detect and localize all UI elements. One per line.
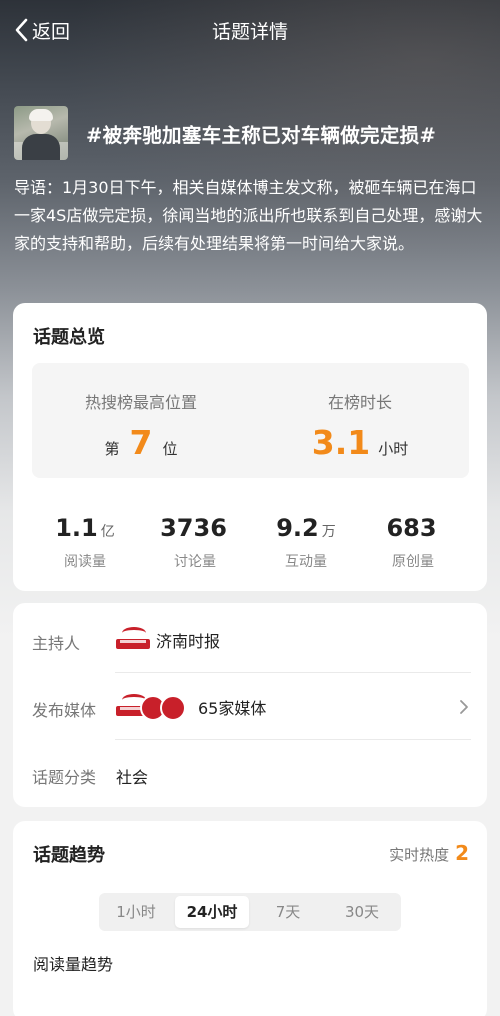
rank-block: 热搜榜最高位置 第 7 位 [32,363,250,478]
overview-title: 话题总览 [33,327,105,348]
tab-24h[interactable]: 24小时 [175,896,249,928]
topic-intro: 导语：1月30日下午，相关自媒体博主发文称，被砸车辆已在海口一家4S店做完定损，… [14,178,483,253]
category-value: 社会 [116,768,149,787]
media-logos [116,692,188,722]
stat-originals: 683 原创量 [358,513,468,571]
thumbnail-body [22,134,60,160]
trend-card: 话题趋势 实时热度 2 1小时 24小时 7天 30天 阅读量趋势 [13,821,487,1016]
jinan-times-logo [116,625,150,655]
stat-unit: 万 [321,524,336,540]
thumbnail-hair [29,109,53,121]
heat-label: 实时热度 [389,846,450,864]
topic-title: #被奔驰加塞车主称已对车辆做完定损# [86,123,437,147]
stat-value: 3736 [160,514,227,542]
heat-value: 2 [455,841,469,865]
stat-interactions: 9.2 万 互动量 [251,513,361,571]
chevron-right-icon [460,700,468,714]
stat-label: 讨论量 [174,554,216,570]
media-logo [160,695,186,721]
rank-value: 7 [129,423,153,462]
host-row[interactable]: 主持人 济南时报 [13,606,487,673]
rank-suffix: 位 [162,440,178,458]
info-card: 主持人 济南时报 发布媒体 65家媒体 话题分类 社会 [13,603,487,807]
duration-value-row: 3.1 小时 [251,423,469,462]
tab-7d[interactable]: 7天 [251,896,325,928]
overview-box: 热搜榜最高位置 第 7 位 在榜时长 3.1 小时 [32,363,469,478]
stat-discussions: 3736 讨论量 [140,513,250,571]
stat-label: 互动量 [285,554,327,570]
stat-label: 原创量 [392,554,434,570]
stat-value: 9.2 [276,514,319,542]
nav-bar: 返回 话题详情 [0,0,500,58]
tab-30d[interactable]: 30天 [325,896,399,928]
rank-label: 热搜榜最高位置 [84,393,197,412]
logo-mark [120,640,146,643]
media-count: 65家媒体 [198,699,267,718]
media-value-row: 65家媒体 [116,692,266,722]
category-label: 话题分类 [32,768,97,787]
stat-reads: 1.1 亿 阅读量 [30,513,140,571]
realtime-heat: 实时热度 2 [389,841,469,865]
topic-header: #被奔驰加塞车主称已对车辆做完定损# [14,106,486,160]
stat-value: 683 [386,514,437,542]
trend-title: 话题趋势 [33,845,105,866]
duration-value: 3.1 [311,423,371,462]
category-row: 话题分类 社会 [13,740,487,807]
stat-value: 1.1 [55,514,98,542]
rank-prefix: 第 [104,440,120,458]
stat-unit: 亿 [100,524,115,540]
topic-thumbnail[interactable] [14,106,68,160]
media-label: 发布媒体 [32,701,97,720]
duration-label: 在榜时长 [327,393,392,412]
logo-swoosh [122,627,146,639]
rank-value-row: 第 7 位 [32,423,250,462]
stat-label: 阅读量 [64,554,106,570]
host-name: 济南时报 [156,632,221,651]
duration-block: 在榜时长 3.1 小时 [251,363,469,478]
time-range-tabs: 1小时 24小时 7天 30天 [99,893,401,931]
overview-card: 话题总览 热搜榜最高位置 第 7 位 在榜时长 3.1 小时 1.1 亿 阅读量 … [13,303,487,591]
page-title: 话题详情 [211,21,288,43]
reads-trend-label: 阅读量趋势 [33,955,114,974]
tab-1h[interactable]: 1小时 [99,896,173,928]
host-value-row: 济南时报 [116,625,220,655]
stats-row: 1.1 亿 阅读量 3736 讨论量 9.2 万 互动量 683 原创量 [13,513,487,573]
duration-unit: 小时 [378,440,409,458]
host-label: 主持人 [32,634,81,653]
media-row[interactable]: 发布媒体 65家媒体 [13,673,487,740]
